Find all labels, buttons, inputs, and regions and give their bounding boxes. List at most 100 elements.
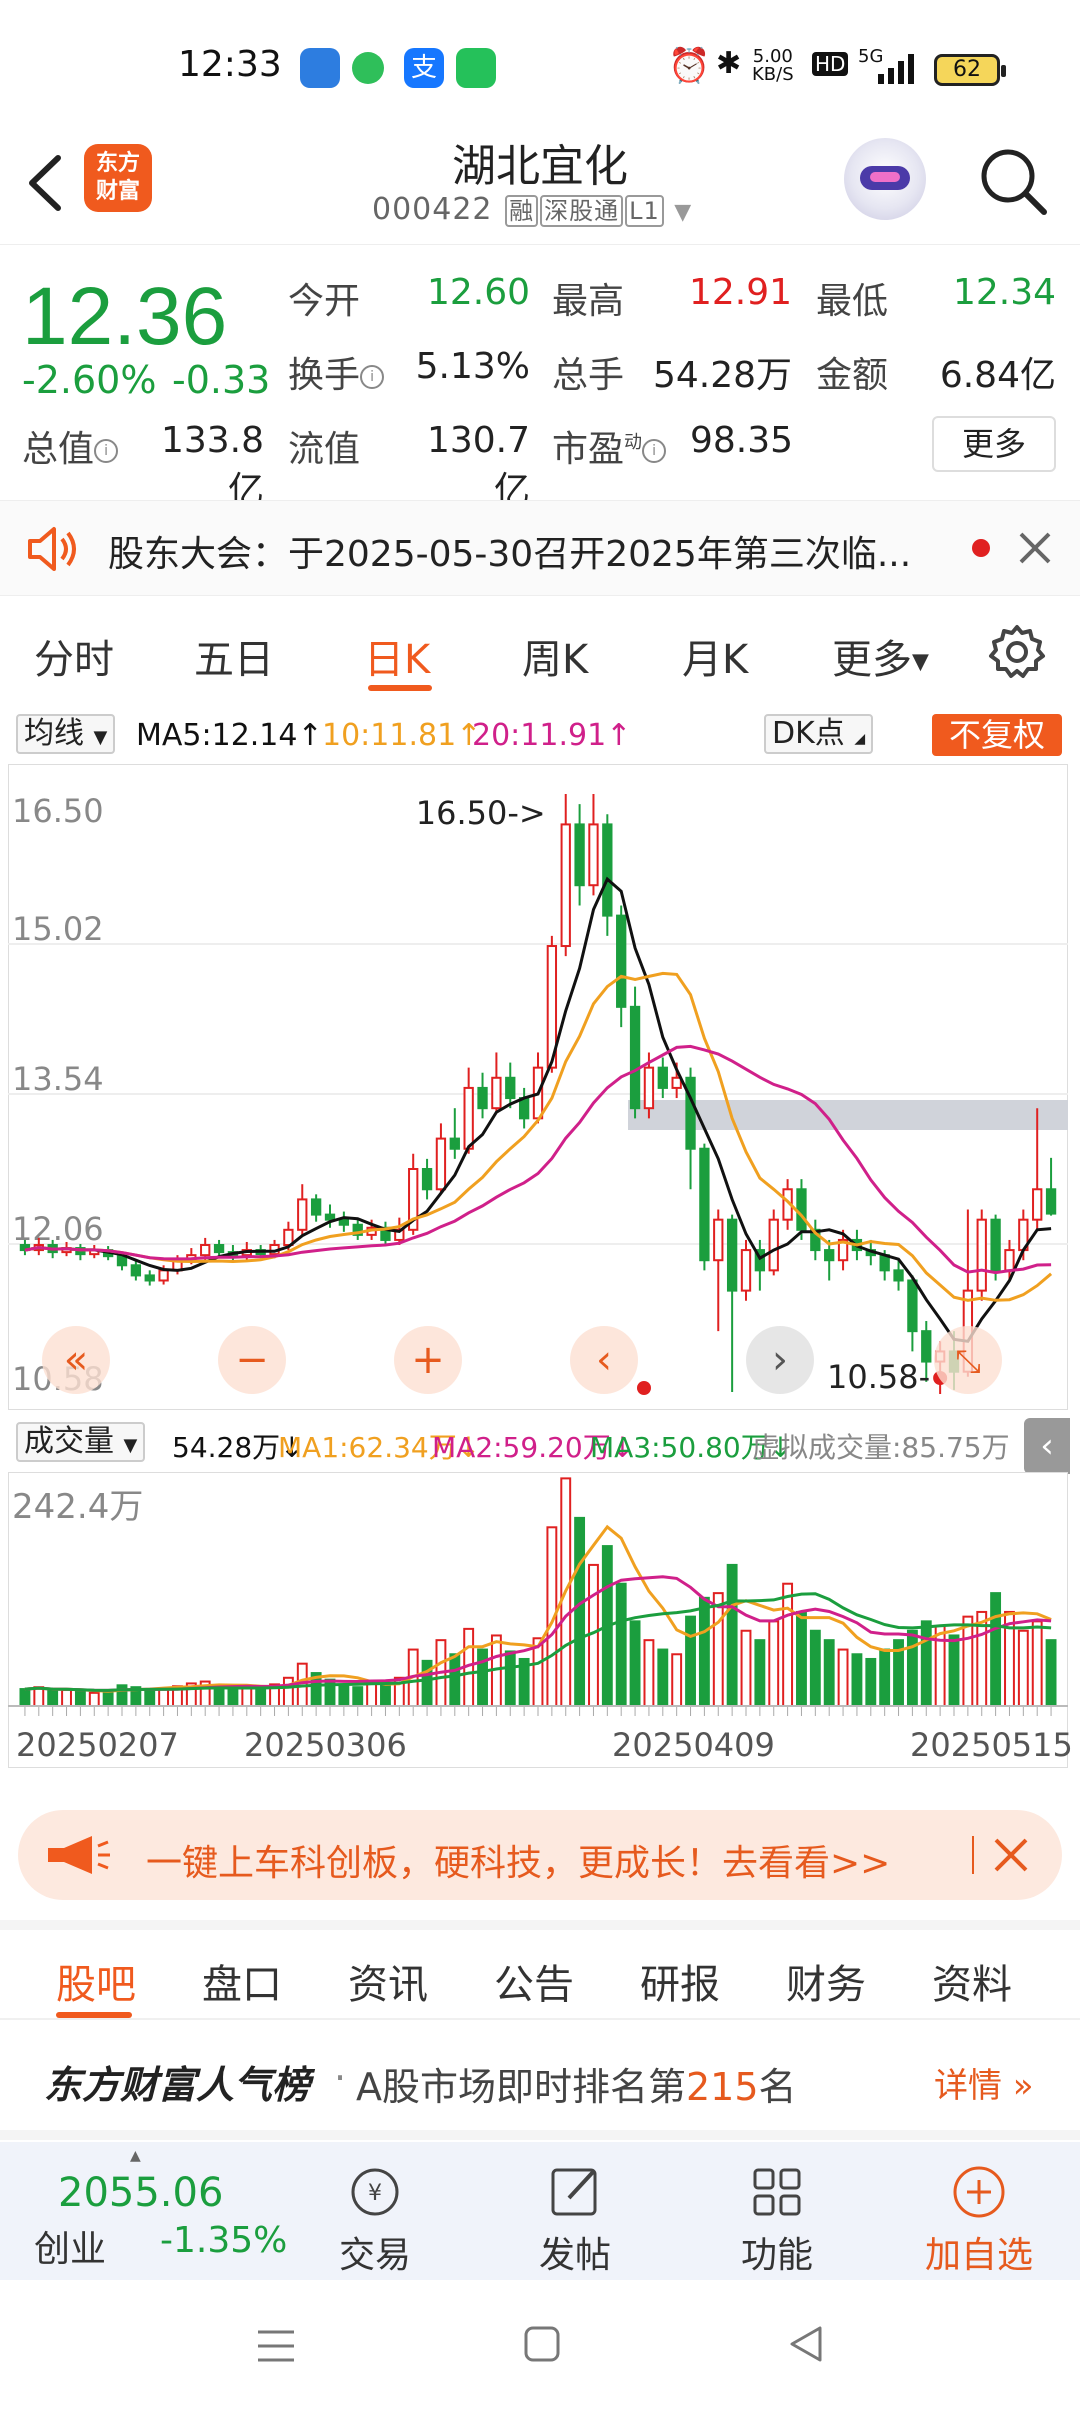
indicator-selector[interactable]: 均线 ▼ <box>16 714 116 754</box>
expand-chart-button[interactable]: ⤡ <box>934 1326 1002 1394</box>
volume-bar <box>102 1689 114 1708</box>
tab-more[interactable]: 更多▼ <box>832 627 929 685</box>
candle <box>213 1244 225 1254</box>
dk-point-button[interactable]: DK点 ◢ <box>764 714 874 754</box>
change-amount: -0.33 <box>172 358 271 402</box>
more-button[interactable]: 更多 <box>932 416 1056 472</box>
volume-bar <box>241 1686 253 1708</box>
index-value[interactable]: 2055.06 <box>58 2170 223 2216</box>
candle <box>657 1066 668 1089</box>
candle <box>560 823 571 948</box>
candle <box>685 1076 696 1150</box>
svg-text:¥: ¥ <box>368 2181 382 2206</box>
x-tick-label: 20250306 <box>244 1726 407 1764</box>
scroll-left-button[interactable]: ‹ <box>570 1326 638 1394</box>
volume-legend: 成交量 ▼ 54.28万↓ MA1:62.34万↓ MA2:59.20万↓ MA… <box>0 1418 1080 1474</box>
volume-bar <box>948 1634 960 1707</box>
promo-banner[interactable]: 一键上车科创板，硬科技，更成长！去看看>> <box>18 1810 1062 1900</box>
stock-name[interactable]: 湖北宜化 <box>340 130 740 194</box>
volume-chart[interactable]: 242.4万 <box>8 1472 1068 1768</box>
volume-bar <box>477 1648 488 1708</box>
tab-weekly-k[interactable]: 周K <box>522 627 588 685</box>
home-icon[interactable] <box>522 2324 562 2364</box>
candle <box>421 1168 433 1191</box>
tab-monthly-k[interactable]: 月K <box>682 627 748 685</box>
clock: 12:33 <box>178 44 282 85</box>
edit-icon <box>551 2168 597 2216</box>
candle <box>1032 1188 1043 1221</box>
ranking-detail-link[interactable]: 详情 » <box>934 2058 1034 2107</box>
scroll-right-button[interactable]: › <box>746 1326 814 1394</box>
functions-button[interactable]: 功能 <box>712 2152 842 2280</box>
ai-assistant-icon[interactable] <box>844 138 926 220</box>
post-button[interactable]: 发帖 <box>510 2152 640 2280</box>
net-speed: 5.00 KB/S <box>752 46 794 85</box>
gear-icon[interactable] <box>988 623 1046 681</box>
candle <box>588 823 599 887</box>
zoom-in-button[interactable]: + <box>394 1326 462 1394</box>
volume-bar <box>282 1676 294 1708</box>
active-tab-indicator <box>368 685 432 691</box>
back-nav-icon[interactable] <box>786 2324 826 2364</box>
stock-code: 000422 <box>372 192 493 227</box>
collapse-panel-button[interactable]: ‹ <box>1024 1418 1070 1474</box>
bottom-toolbar: ▲ 2055.06 创业 -1.35% ¥ 交易 发帖 功能 加自选 <box>0 2142 1080 2280</box>
unread-dot <box>972 539 990 557</box>
turnover-label[interactable]: 换手 i <box>288 346 385 398</box>
plus-circle-icon <box>953 2166 1005 2218</box>
menu-icon[interactable] <box>254 2326 298 2366</box>
low-label: 最低 <box>816 281 889 322</box>
tab-finance[interactable]: 财务 <box>786 1952 866 2010</box>
close-icon[interactable] <box>992 1836 1030 1874</box>
volume-bar <box>879 1648 891 1708</box>
tab-five-day[interactable]: 五日 <box>194 627 274 685</box>
promo-text: 一键上车科创板，硬科技，更成长！去看看>> <box>146 1843 891 1884</box>
x-tick-label: 20250207 <box>16 1726 179 1764</box>
candle <box>338 1218 350 1226</box>
pe-label[interactable]: 市盈动 i <box>552 420 667 472</box>
hd-icon: HD <box>812 52 849 76</box>
float-cap-label: 流值 <box>288 429 361 470</box>
volume-label: 总手 <box>552 355 625 396</box>
add-watchlist-button[interactable]: 加自选 <box>914 2152 1044 2280</box>
tab-daily-k[interactable]: 日K <box>364 627 430 685</box>
volume-bar <box>837 1648 849 1708</box>
back-button[interactable] <box>16 148 76 218</box>
battery-icon: 62 <box>934 54 1006 86</box>
high-annotation: 16.50-> <box>416 794 546 832</box>
close-icon[interactable] <box>1018 531 1052 565</box>
volume-selector[interactable]: 成交量 ▼ <box>16 1422 146 1462</box>
stock-code-row[interactable]: 000422 融深股通 L1 ▼ <box>372 192 692 227</box>
candle <box>324 1213 336 1221</box>
candle <box>699 1147 710 1262</box>
zoom-out-button[interactable]: − <box>218 1326 286 1394</box>
tab-orderbook[interactable]: 盘口 <box>202 1952 282 2010</box>
app-notification-icon <box>300 48 340 88</box>
tab-guba[interactable]: 股吧 <box>56 1952 136 2010</box>
index-name: 创业 <box>34 2229 107 2270</box>
tab-research[interactable]: 研报 <box>640 1952 720 2010</box>
volume-bar <box>712 1592 724 1707</box>
volume-bar <box>740 1629 752 1707</box>
trade-button[interactable]: ¥ 交易 <box>310 2152 440 2280</box>
market-cap-label[interactable]: 总值 i <box>22 420 119 472</box>
scroll-left-fast-button[interactable]: « <box>42 1326 110 1394</box>
kline-chart[interactable]: 16.5015.0213.5412.0610.5816.50->10.58-«−… <box>8 764 1068 1410</box>
volume-bar <box>754 1639 766 1707</box>
popularity-ranking[interactable]: 东方财富人气榜 · A股市场即时排名第215名 详情 » <box>0 2022 1080 2140</box>
candle <box>671 1076 682 1089</box>
control-glyph: › <box>772 1337 788 1383</box>
tab-profile[interactable]: 资料 <box>932 1952 1012 2010</box>
search-button[interactable] <box>976 144 1052 220</box>
tab-news[interactable]: 资讯 <box>348 1952 428 2010</box>
candle <box>796 1188 807 1231</box>
volume-bar <box>698 1596 710 1707</box>
tab-intraday[interactable]: 分时 <box>34 627 114 685</box>
notice-bar[interactable]: 股东大会：于2025-05-30召开2025年第三次临... <box>0 500 1080 596</box>
amount-label: 金额 <box>816 355 889 396</box>
volume-bar <box>19 1688 31 1707</box>
divider <box>972 1836 974 1874</box>
tab-announcements[interactable]: 公告 <box>494 1952 574 2010</box>
grid-icon <box>753 2168 801 2216</box>
no-adjust-button[interactable]: 不复权 <box>932 714 1062 756</box>
